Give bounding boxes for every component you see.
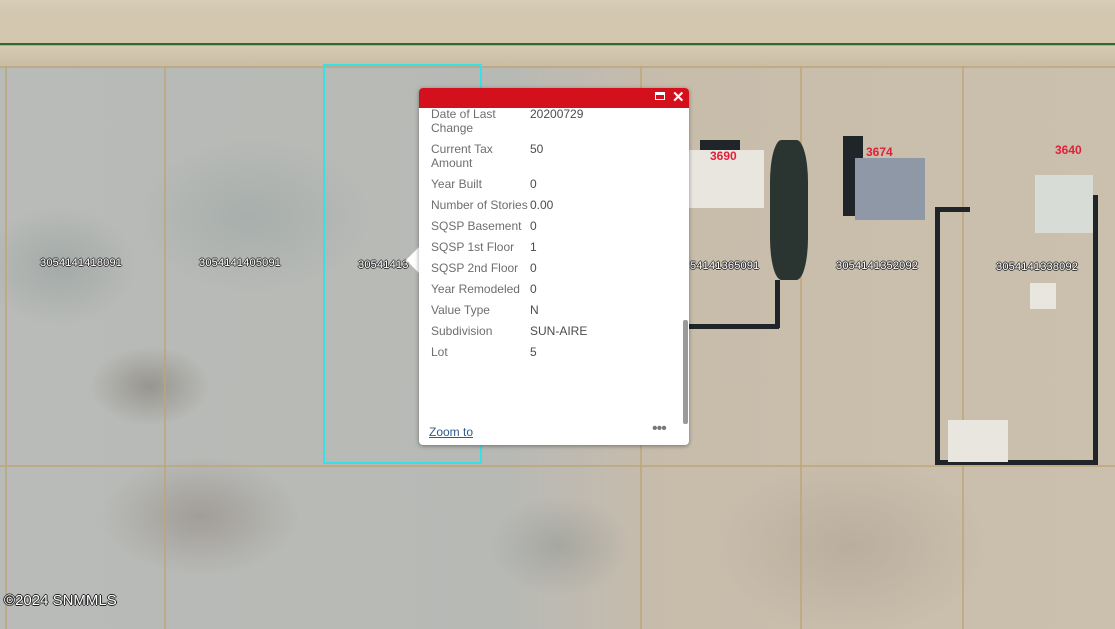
parcel-info-popup: ✕ Net Taxable Value1,000 Date of Last Ch… [419, 88, 689, 445]
field-label: Year Remodeled [431, 282, 520, 296]
scrollbar-thumb[interactable] [683, 320, 688, 424]
field-row: SQSP 1st Floor 1 [431, 240, 676, 254]
field-value: 50 [530, 142, 544, 156]
field-row: Date of Last Change 20200729 [431, 107, 676, 135]
parcel-boundary [164, 66, 166, 629]
popup-content[interactable]: Net Taxable Value1,000 Date of Last Chan… [419, 88, 681, 418]
field-value: 0 [530, 219, 537, 233]
zoom-to-link[interactable]: Zoom to [429, 425, 473, 439]
field-value: N [530, 303, 539, 317]
field-label: Current Tax Amount [431, 142, 493, 170]
field-row: Subdivision SUN-AIRE [431, 324, 676, 338]
field-value: 5 [530, 345, 537, 359]
copyright-text: ©2024 SNMMLS [4, 592, 117, 609]
house [855, 158, 925, 220]
field-value: 0.00 [530, 198, 554, 212]
field-row: Year Remodeled 0 [431, 282, 676, 296]
parcel-boundary [962, 66, 964, 629]
field-label: Subdivision [431, 324, 493, 338]
parcel-boundary [5, 66, 7, 629]
address-label: 3640 [1055, 143, 1082, 157]
parcel-id-label: 30541413 [358, 259, 409, 271]
field-value: 1 [530, 240, 537, 254]
tree-shadow [770, 140, 808, 280]
fence [775, 280, 780, 328]
field-label: Number of Stories [431, 198, 528, 212]
field-value: 0 [530, 282, 537, 296]
parcel-id-label: 3054141352092 [836, 260, 919, 272]
field-row: Year Built 0 [431, 177, 676, 191]
field-row: Number of Stories 0.00 [431, 198, 676, 212]
address-label: 3674 [866, 145, 893, 159]
field-value: 20200729 [530, 107, 584, 121]
field-label: SQSP Basement [431, 219, 522, 233]
address-label: 3690 [710, 149, 737, 163]
shed [1030, 283, 1056, 309]
field-value: SUN-AIRE [530, 324, 588, 338]
fence [689, 324, 779, 329]
field-value: 0 [530, 261, 537, 275]
fence [935, 207, 940, 465]
field-row: SQSP 2nd Floor 0 [431, 261, 676, 275]
shed [948, 420, 1008, 462]
field-row: Value Type N [431, 303, 676, 317]
field-label: Value Type [431, 303, 490, 317]
popup-scrollbar[interactable] [682, 108, 689, 424]
road-centerline [0, 43, 1115, 45]
field-label: SQSP 2nd Floor [431, 261, 519, 275]
road [0, 15, 1115, 46]
parcel-id-label: 54141365091 [690, 260, 760, 272]
house [1035, 175, 1093, 233]
field-label: Date of Last Change [431, 107, 496, 135]
popup-header: ✕ [419, 88, 689, 108]
field-value: 0 [530, 177, 537, 191]
parcel-boundary [0, 66, 1115, 68]
parcel-boundary [0, 465, 1115, 467]
field-row: Lot 5 [431, 345, 676, 359]
parcel-id-label: 3054141338092 [996, 261, 1079, 273]
field-row: SQSP Basement 0 [431, 219, 676, 233]
close-icon[interactable]: ✕ [672, 89, 685, 107]
fence [1093, 195, 1098, 465]
parcel-id-label: 3054141405091 [199, 257, 282, 269]
maximize-icon[interactable] [655, 92, 665, 100]
fence [935, 207, 970, 212]
popup-pointer [406, 246, 420, 274]
more-options-icon[interactable]: ••• [652, 420, 667, 438]
field-label: Year Built [431, 177, 482, 191]
popup-footer: Zoom to ••• [419, 418, 689, 445]
field-row: Current Tax Amount 50 [431, 142, 676, 170]
map-view[interactable]: 3054141418091 3054141405091 30541413 541… [0, 0, 1115, 629]
parcel-id-label: 3054141418091 [40, 257, 123, 269]
field-label: SQSP 1st Floor [431, 240, 515, 254]
field-label: Lot [431, 345, 448, 359]
